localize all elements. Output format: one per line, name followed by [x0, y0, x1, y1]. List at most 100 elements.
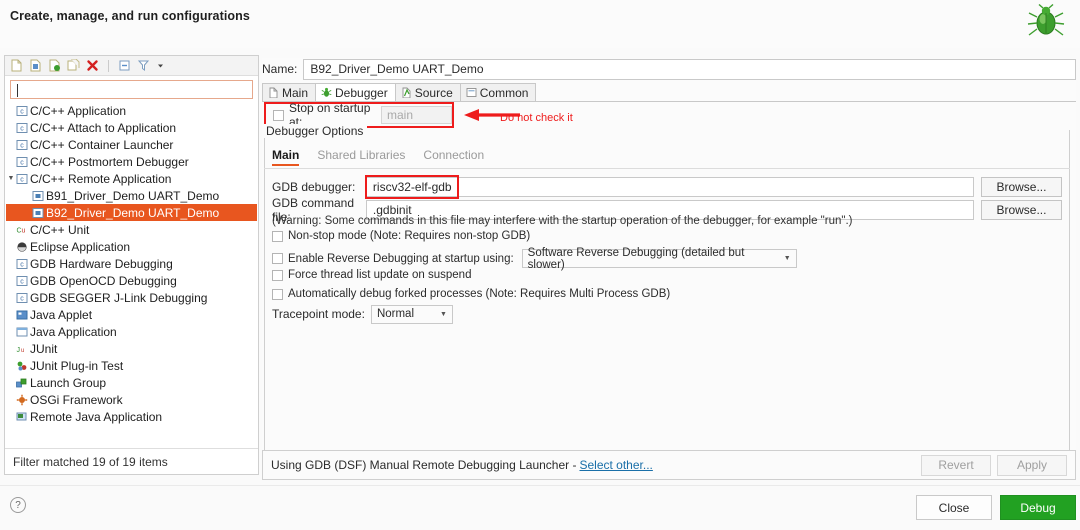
text-caret — [17, 84, 18, 97]
tree-item[interactable]: B91_Driver_Demo UART_Demo — [6, 187, 257, 204]
tree-item-label: Java Application — [30, 324, 117, 339]
page-title: Create, manage, and run configurations — [10, 9, 250, 23]
tree-item-label: OSGi Framework — [30, 392, 123, 407]
tree-item[interactable]: c GDB SEGGER J-Link Debugging — [6, 289, 257, 306]
name-input[interactable]: B92_Driver_Demo UART_Demo — [303, 58, 1076, 80]
svg-text:c: c — [20, 261, 24, 268]
new-config-icon[interactable] — [10, 59, 23, 72]
tree-item[interactable]: Ju JUnit — [6, 340, 257, 357]
c-app-icon: c — [16, 292, 28, 304]
tree-item-label: C/C++ Attach to Application — [30, 120, 177, 135]
tree-item-label: GDB SEGGER J-Link Debugging — [30, 290, 208, 305]
debugger-tab-content: Stop on startup at: main Do not check it… — [262, 101, 1076, 457]
subtab-shared-libraries[interactable]: Shared Libraries — [317, 148, 405, 166]
tree-item[interactable]: Java Application — [6, 323, 257, 340]
tracepoint-mode-select[interactable]: Normal ▼ — [370, 304, 453, 324]
tab-label: Source — [414, 85, 453, 100]
chevron-down-icon[interactable]: ▼ — [6, 175, 16, 182]
svg-text:c: c — [20, 159, 24, 166]
tree-item-label: C/C++ Postmortem Debugger — [30, 154, 189, 169]
tree-item[interactable]: Eclipse Application — [6, 238, 257, 255]
tree-item[interactable]: OSGi Framework — [6, 391, 257, 408]
tree-item-label: C/C++ Application — [30, 103, 127, 118]
tree-item[interactable]: c C/C++ Postmortem Debugger — [6, 153, 257, 170]
option-checkbox[interactable] — [272, 269, 283, 281]
svg-text:u: u — [22, 227, 26, 234]
bug-icon — [321, 87, 332, 98]
help-icon[interactable]: ? — [10, 497, 26, 513]
new-prototype-icon[interactable] — [29, 59, 42, 72]
launcher-status-bar: Using GDB (DSF) Manual Remote Debugging … — [262, 450, 1076, 480]
tree-item[interactable]: B92_Driver_Demo UART_Demo — [6, 204, 257, 221]
editor-tabs[interactable]: Main Debugger Source Common — [262, 83, 1076, 102]
subtab-connection[interactable]: Connection — [423, 148, 484, 166]
view-menu-icon[interactable] — [156, 59, 165, 72]
svg-text:c: c — [20, 142, 24, 149]
stop-on-startup-checkbox[interactable] — [273, 109, 284, 121]
tree-item-label: GDB Hardware Debugging — [30, 256, 173, 271]
tab-debugger[interactable]: Debugger — [315, 83, 396, 101]
document-icon — [268, 87, 279, 99]
option-row: Non-stop mode (Note: Requires non-stop G… — [272, 230, 530, 242]
c-app-icon: c — [16, 105, 28, 117]
option-checkbox[interactable] — [272, 230, 283, 242]
option-checkbox[interactable] — [272, 288, 283, 300]
tree-item[interactable]: c C/C++ Container Launcher — [6, 136, 257, 153]
svg-text:c: c — [20, 278, 24, 285]
tree-item[interactable]: Remote Java Application — [6, 408, 257, 425]
chevron-down-icon: ▼ — [783, 255, 791, 262]
tree-item-label: C/C++ Container Launcher — [30, 137, 174, 152]
export-icon[interactable] — [48, 59, 61, 72]
subtab-main[interactable]: Main — [272, 148, 300, 166]
tree-item[interactable]: c GDB OpenOCD Debugging — [6, 272, 257, 289]
tree-item[interactable]: ▼ c C/C++ Remote Application — [6, 170, 257, 187]
select-other-link[interactable]: Select other... — [579, 458, 652, 472]
debugger-options-subtabs[interactable]: Main Shared Libraries Connection — [272, 148, 484, 166]
tree-item-label: JUnit — [30, 341, 58, 356]
reverse-debugging-select[interactable]: Software Reverse Debugging (detailed but… — [521, 246, 797, 271]
cunit-icon: Cu — [16, 224, 28, 236]
duplicate-icon[interactable] — [67, 58, 80, 72]
apply-button[interactable]: Apply — [997, 454, 1067, 476]
tracepoint-mode-label: Tracepoint mode: — [272, 307, 365, 321]
debug-button[interactable]: Debug — [1000, 495, 1076, 520]
run-configurations-dialog: Create, manage, and run configurations c… — [0, 0, 1080, 530]
stop-on-startup-input[interactable]: main — [380, 106, 452, 124]
tab-main[interactable]: Main — [262, 83, 317, 101]
c-app-icon: c — [16, 139, 28, 151]
tracepoint-mode-value: Normal — [376, 308, 414, 320]
tab-source[interactable]: Source — [394, 83, 461, 101]
option-row: Automatically debug forked processes (No… — [272, 288, 670, 300]
tree-item[interactable]: Java Applet — [6, 306, 257, 323]
revert-button[interactable]: Revert — [921, 454, 991, 476]
tree-item[interactable]: c C/C++ Attach to Application — [6, 119, 257, 136]
delete-icon[interactable] — [86, 59, 99, 72]
svg-text:c: c — [20, 125, 24, 132]
tree-item[interactable]: JUnit Plug-in Test — [6, 357, 257, 374]
dialog-header: Create, manage, and run configurations — [0, 0, 1080, 48]
filter-icon[interactable] — [137, 59, 150, 72]
svg-text:c: c — [20, 176, 24, 183]
option-checkbox[interactable] — [272, 253, 283, 264]
svg-text:c: c — [20, 295, 24, 302]
tab-common[interactable]: Common — [459, 83, 537, 101]
collapse-all-icon[interactable] — [118, 59, 131, 72]
tree-item[interactable]: c GDB Hardware Debugging — [6, 255, 257, 272]
gdb-command-file-browse-button[interactable]: Browse... — [980, 200, 1062, 220]
gdb-debugger-label: GDB debugger: — [272, 180, 356, 194]
configurations-tree[interactable]: c C/C++ Application c C/C++ Attach to Appli… — [6, 102, 257, 447]
junit-plugin-icon — [16, 360, 28, 372]
eclipse-icon — [16, 241, 28, 253]
tree-item[interactable]: c C/C++ Application — [6, 102, 257, 119]
c-app-icon: c — [16, 275, 28, 287]
reverse-debugging-value: Software Reverse Debugging (detailed but… — [527, 246, 745, 271]
tree-item[interactable]: Cu C/C++ Unit — [6, 221, 257, 238]
tree-toolbar — [5, 56, 258, 76]
option-row: Enable Reverse Debugging at startup usin… — [272, 246, 797, 271]
close-button[interactable]: Close — [916, 495, 992, 520]
config-icon — [32, 190, 44, 202]
filter-input[interactable] — [10, 80, 253, 99]
annotation-text: Do not check it — [500, 112, 573, 124]
gdb-debugger-browse-button[interactable]: Browse... — [980, 177, 1062, 197]
tree-item[interactable]: Launch Group — [6, 374, 257, 391]
